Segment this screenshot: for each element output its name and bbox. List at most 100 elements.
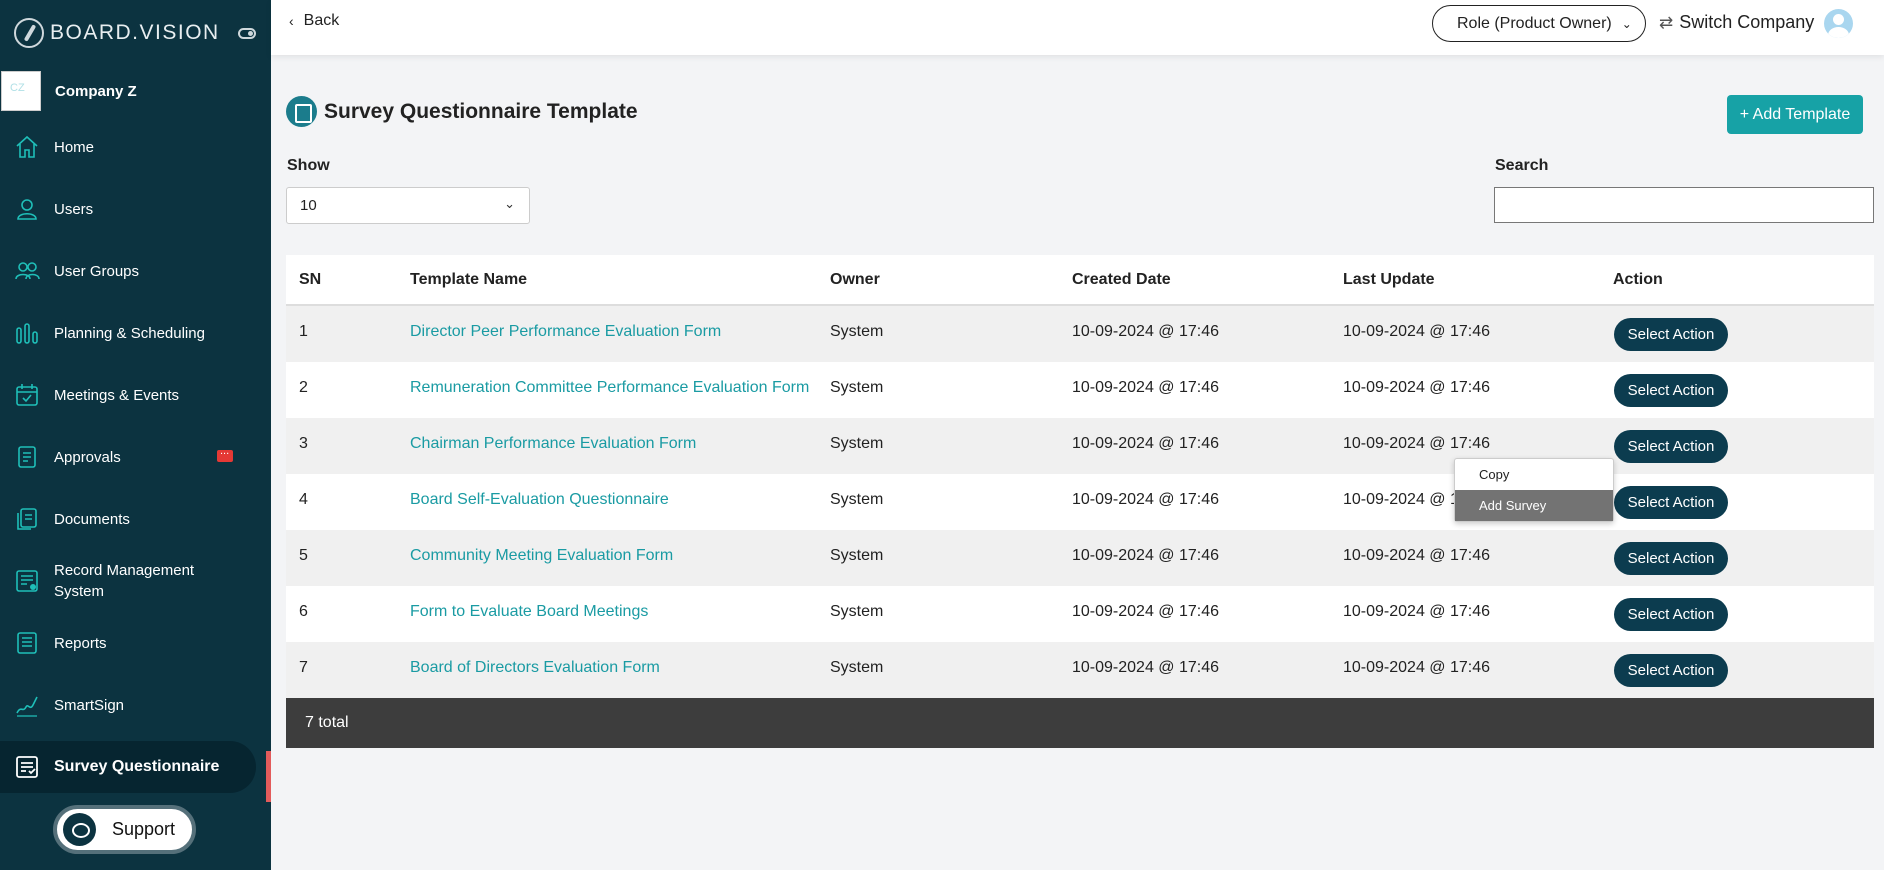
- survey-template-icon: [286, 96, 317, 127]
- cell-sn: 5: [299, 547, 308, 564]
- company-logo: [1, 71, 41, 111]
- switch-company-button[interactable]: ⇄ Switch Company: [1659, 12, 1814, 33]
- sidebar-item-users[interactable]: Users: [0, 178, 271, 240]
- table-header: SN Template Name Owner Created Date Last…: [286, 255, 1874, 306]
- active-item-marker: [266, 751, 271, 802]
- table-footer: 7 total: [286, 698, 1874, 748]
- select-action-button[interactable]: Select Action: [1614, 486, 1728, 519]
- switch-arrows-icon: ⇄: [1659, 12, 1674, 32]
- table-row: 6 Form to Evaluate Board Meetings System…: [286, 586, 1874, 642]
- cell-updated: 10-09-2024 @ 17:46: [1343, 323, 1491, 340]
- select-action-button[interactable]: Select Action: [1614, 654, 1728, 687]
- role-dropdown[interactable]: Role (Product Owner) ⌄: [1432, 5, 1646, 42]
- table-body: 1 Director Peer Performance Evaluation F…: [286, 306, 1874, 698]
- table-row: 7 Board of Directors Evaluation Form Sys…: [286, 642, 1874, 698]
- cell-updated: 10-09-2024 @ 17:46: [1343, 659, 1491, 676]
- company-selector[interactable]: Company Z: [0, 70, 271, 112]
- table-row: 5 Community Meeting Evaluation Form Syst…: [286, 530, 1874, 586]
- header-template-name[interactable]: Template Name: [410, 271, 527, 289]
- back-label: Back: [303, 12, 340, 29]
- sidebar-item-label: Approvals: [54, 448, 121, 466]
- chevron-down-icon: ⌄: [504, 196, 515, 211]
- header-created-date[interactable]: Created Date: [1072, 271, 1171, 289]
- cell-owner: System: [830, 659, 884, 676]
- sidebar-item-label: Record Management System: [54, 562, 195, 600]
- page-size-value: 10: [300, 197, 317, 214]
- select-action-button[interactable]: Select Action: [1614, 598, 1728, 631]
- template-name-link[interactable]: Community Meeting Evaluation Form: [410, 547, 673, 565]
- menu-item-add-survey[interactable]: Add Survey: [1455, 490, 1613, 521]
- select-action-button[interactable]: Select Action: [1614, 542, 1728, 575]
- document-icon: [18, 446, 36, 468]
- cell-updated: 10-09-2024 @ 17:46: [1343, 435, 1491, 452]
- chat-badge-icon: [217, 445, 233, 462]
- page-size-select[interactable]: 10 ⌄: [286, 187, 530, 224]
- sidebar-item-survey[interactable]: Survey Questionnaire: [0, 741, 256, 793]
- sidebar-item-label: User Groups: [54, 262, 140, 280]
- sidebar: BOARD.VISION Company Z Home Users User G…: [0, 0, 271, 870]
- sidebar-item-label: Users: [54, 200, 94, 218]
- sidebar-item-meetings[interactable]: Meetings & Events: [0, 364, 271, 426]
- template-name-link[interactable]: Form to Evaluate Board Meetings: [410, 603, 648, 621]
- header-owner[interactable]: Owner: [830, 271, 880, 289]
- cell-created: 10-09-2024 @ 17:46: [1072, 659, 1220, 676]
- documents-icon: [17, 508, 37, 530]
- back-button[interactable]: ‹ Back: [289, 12, 339, 30]
- sidebar-item-reports[interactable]: Reports: [0, 612, 271, 674]
- sidebar-item-user-groups[interactable]: User Groups: [0, 240, 271, 302]
- cell-updated: 10-09-2024 @ 17:46: [1343, 547, 1491, 564]
- search-label: Search: [1495, 157, 1549, 174]
- template-name-link[interactable]: Chairman Performance Evaluation Form: [410, 435, 696, 453]
- cell-created: 10-09-2024 @ 17:46: [1072, 323, 1220, 340]
- cell-created: 10-09-2024 @ 17:46: [1072, 491, 1220, 508]
- header-last-update[interactable]: Last Update: [1343, 271, 1435, 289]
- switch-company-label: Switch Company: [1679, 12, 1815, 32]
- cell-sn: 4: [299, 491, 308, 508]
- sidebar-item-label: Meetings & Events: [54, 386, 180, 404]
- cell-sn: 3: [299, 435, 308, 452]
- sidebar-item-label: SmartSign: [54, 696, 125, 714]
- template-name-link[interactable]: Director Peer Performance Evaluation For…: [410, 323, 721, 341]
- select-action-button[interactable]: Select Action: [1614, 318, 1728, 351]
- select-action-button[interactable]: Select Action: [1614, 430, 1728, 463]
- action-dropdown-menu: Copy Add Survey: [1454, 458, 1614, 522]
- table-row: 1 Director Peer Performance Evaluation F…: [286, 306, 1874, 362]
- page-title: Survey Questionnaire Template: [324, 99, 638, 123]
- brand-logo[interactable]: BOARD.VISION: [14, 18, 220, 48]
- cell-sn: 2: [299, 379, 308, 396]
- sidebar-item-smartsign[interactable]: SmartSign: [0, 674, 271, 736]
- cell-owner: System: [830, 603, 884, 620]
- select-action-button[interactable]: Select Action: [1614, 374, 1728, 407]
- sidebar-item-label: Documents: [54, 510, 130, 528]
- sidebar-item-label: Reports: [54, 634, 107, 652]
- calendar-icon: [16, 384, 38, 406]
- sidebar-item-planning[interactable]: Planning & Scheduling: [0, 302, 271, 364]
- record-icon: [16, 570, 38, 592]
- cell-owner: System: [830, 491, 884, 508]
- sidebar-nav: Home Users User Groups Planning & Schedu…: [0, 116, 271, 793]
- search-input[interactable]: [1494, 187, 1874, 223]
- cell-created: 10-09-2024 @ 17:46: [1072, 603, 1220, 620]
- signature-icon: [16, 696, 38, 717]
- avatar[interactable]: [1824, 9, 1853, 38]
- template-name-link[interactable]: Remuneration Committee Performance Evalu…: [410, 379, 809, 397]
- menu-item-copy[interactable]: Copy: [1455, 459, 1613, 490]
- cell-updated: 10-09-2024 @ 17:46: [1343, 603, 1491, 620]
- cell-created: 10-09-2024 @ 17:46: [1072, 435, 1220, 452]
- sidebar-item-home[interactable]: Home: [0, 116, 271, 178]
- sidebar-item-approvals[interactable]: Approvals: [0, 426, 271, 488]
- header-sn[interactable]: SN: [299, 271, 321, 289]
- sidebar-item-documents[interactable]: Documents: [0, 488, 271, 550]
- user-icon: [17, 199, 37, 220]
- support-button[interactable]: Support: [53, 805, 196, 854]
- chart-icon: [16, 323, 38, 344]
- chevron-down-icon: ⌄: [1621, 16, 1632, 31]
- cell-owner: System: [830, 547, 884, 564]
- show-label: Show: [287, 157, 330, 174]
- table-row: 2 Remuneration Committee Performance Eva…: [286, 362, 1874, 418]
- add-template-button[interactable]: + Add Template: [1727, 95, 1863, 134]
- template-name-link[interactable]: Board of Directors Evaluation Form: [410, 659, 660, 677]
- sidebar-toggle-icon[interactable]: [238, 28, 256, 39]
- sidebar-item-records[interactable]: Record Management System: [0, 550, 271, 612]
- template-name-link[interactable]: Board Self-Evaluation Questionnaire: [410, 491, 669, 509]
